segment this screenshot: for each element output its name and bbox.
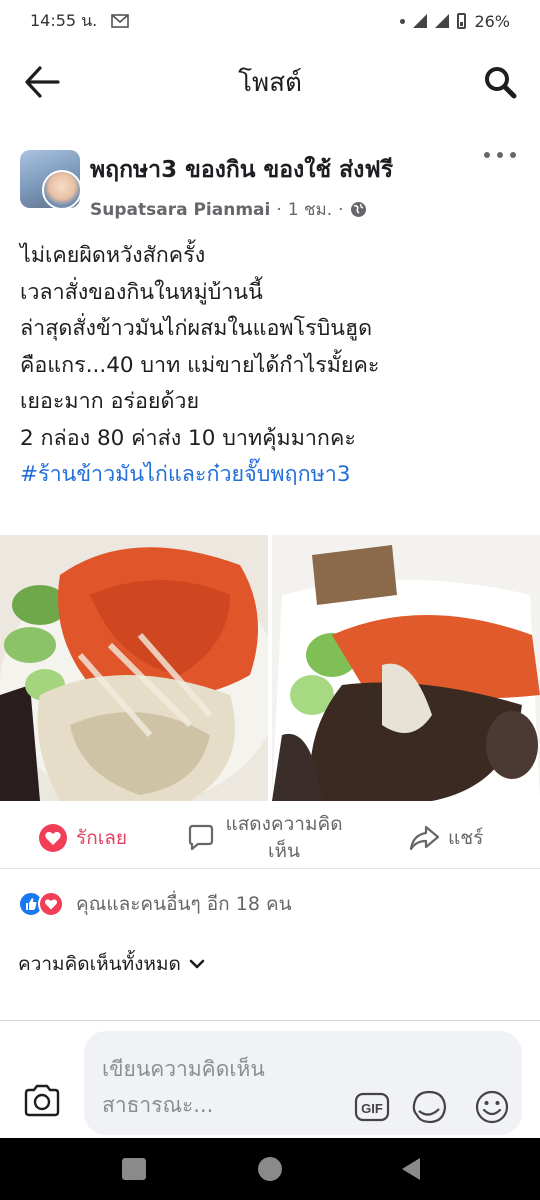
reaction-icons	[18, 891, 66, 917]
group-name[interactable]: พฤกษา3 ของกิน ของใช้ ส่งฟรี	[90, 152, 393, 188]
back-triangle-icon[interactable]	[398, 1156, 424, 1182]
love-label: รักเลย	[76, 827, 127, 849]
battery-percent: 26%	[474, 11, 510, 31]
post-text-line: ล่าสุดสั่งข้าวมันไก่ผสมในแอพโรบินฮูด	[20, 316, 373, 341]
love-reaction-icon	[38, 891, 64, 917]
love-button[interactable]: รักเลย	[38, 808, 127, 868]
post-text-line: เยอะมาก อร่อยด้วย	[20, 389, 200, 414]
gif-icon[interactable]: GIF	[354, 1091, 390, 1123]
post-text-line: 2 กล่อง 80 ค่าส่ง 10 บาทคุ้มมากคะ	[20, 425, 356, 451]
reactions-text: คุณและคนอื่นๆ อีก 18 คน	[76, 893, 292, 915]
food-photo-2[interactable]	[272, 535, 540, 801]
post-actions: รักเลย แสดงความคิดเห็น แชร์	[0, 808, 540, 868]
divider	[0, 868, 540, 869]
reactions-summary[interactable]: คุณและคนอื่นๆ อีก 18 คน	[18, 886, 292, 922]
page-title: โพสต์	[238, 67, 302, 98]
battery-icon	[457, 13, 467, 29]
chevron-down-icon	[189, 959, 205, 969]
group-avatar[interactable]	[20, 150, 82, 212]
signal-icon	[413, 14, 428, 28]
hashtag-link[interactable]: #ร้านข้าวมันไก่และก๋วยจั๊บพฤกษา3	[20, 457, 525, 494]
post-text-line: คือแกร...40 บาท แม่ขายได้กำไรมั้ยคะ	[20, 352, 380, 378]
post-time[interactable]: 1 ชม.	[288, 196, 332, 223]
post-photos	[0, 535, 540, 801]
share-arrow-icon	[409, 825, 440, 851]
comment-bubble-icon	[188, 824, 214, 851]
search-icon[interactable]	[482, 64, 518, 100]
gmail-icon	[111, 14, 130, 28]
system-navigation-bar	[0, 1138, 540, 1200]
comment-input[interactable]: เขียนความคิดเห็นสาธารณะ... GIF	[84, 1031, 522, 1135]
recents-icon[interactable]	[122, 1158, 146, 1180]
comment-placeholder: เขียนความคิดเห็นสาธารณะ...	[102, 1057, 265, 1117]
camera-icon[interactable]	[22, 1081, 62, 1119]
post-text-line: ไม่เคยผิดหวังสักครั้ง	[20, 243, 206, 268]
meta-separator-2: ·	[338, 199, 344, 220]
status-bar: 14:55 น. 26%	[0, 0, 540, 42]
post-body: ไม่เคยผิดหวังสักครั้ง เวลาสั่งของกินในหม…	[20, 238, 525, 494]
comment-label: แสดงความคิดเห็น	[225, 813, 343, 862]
food-photo-1[interactable]	[0, 535, 268, 801]
post-text-line: เวลาสั่งของกินในหมู่บ้านนี้	[20, 279, 263, 305]
sticker-icon[interactable]	[410, 1089, 448, 1125]
home-icon[interactable]	[258, 1157, 282, 1181]
heart-icon	[39, 824, 67, 852]
author-avatar[interactable]	[42, 170, 82, 210]
author-name[interactable]: Supatsara Pianmai	[90, 200, 270, 220]
status-time: 14:55 น.	[30, 10, 98, 30]
comment-button[interactable]: แสดงความคิดเห็น	[186, 808, 344, 868]
comment-composer: เขียนความคิดเห็นสาธารณะ... GIF	[0, 1020, 540, 1138]
gif-label: GIF	[361, 1101, 383, 1116]
signal-icon	[435, 14, 450, 28]
post-meta: Supatsara Pianmai · 1 ชม. ·	[90, 196, 367, 223]
meta-separator: ·	[276, 199, 282, 220]
comments-filter-dropdown[interactable]: ความคิดเห็นทั้งหมด	[18, 946, 205, 982]
share-button[interactable]: แชร์	[408, 808, 483, 868]
share-label: แชร์	[448, 827, 484, 849]
more-options-icon[interactable]	[484, 152, 516, 168]
post-header: พฤกษา3 ของกิน ของใช้ ส่งฟรี Supatsara Pi…	[0, 148, 540, 220]
globe-icon	[350, 202, 366, 217]
emoji-icon[interactable]	[474, 1089, 510, 1125]
page-header: โพสต์	[0, 50, 540, 114]
arrow-left-icon[interactable]	[22, 64, 62, 100]
comments-filter-label: ความคิดเห็นทั้งหมด	[18, 953, 181, 975]
dot-icon	[400, 18, 406, 24]
